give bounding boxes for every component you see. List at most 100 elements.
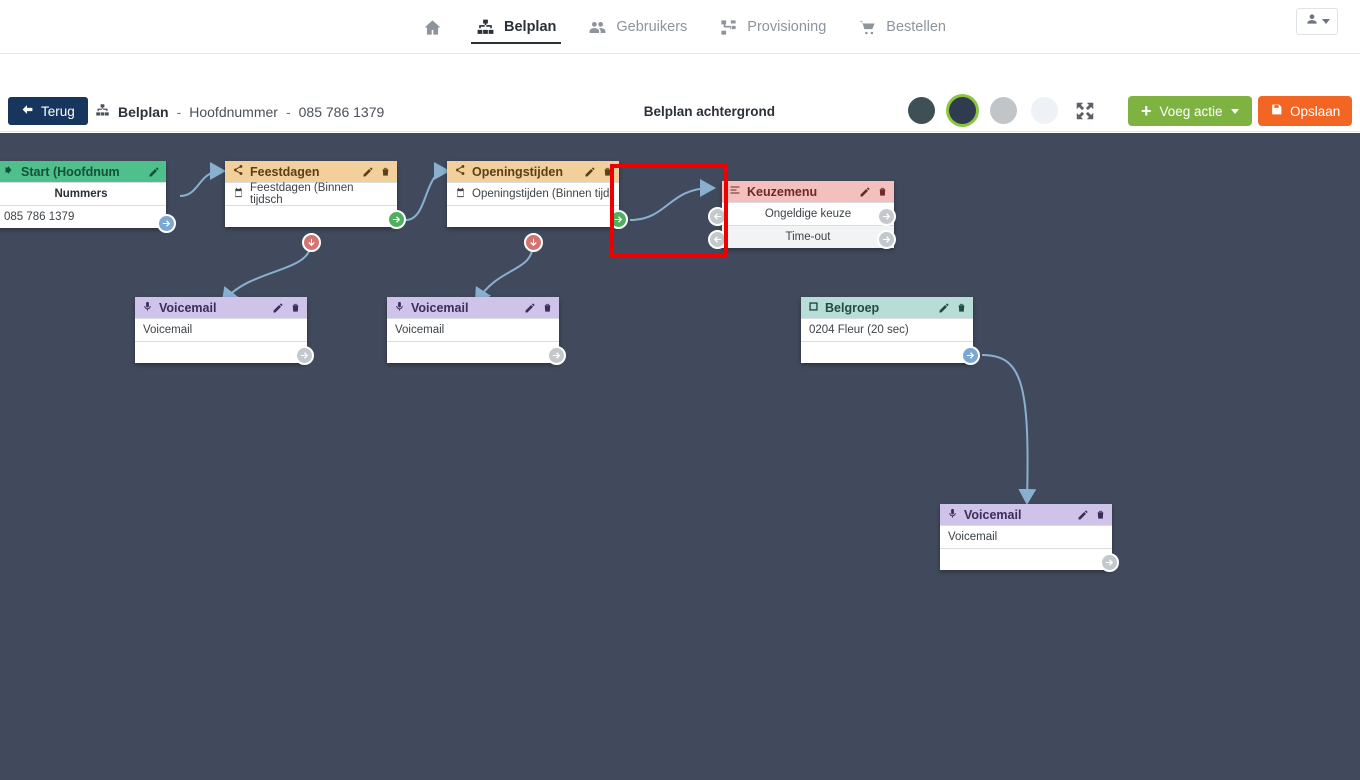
connector-out-right[interactable] (609, 210, 628, 229)
node-belgroep[interactable]: Belgroep 0204 Fleur (20 sec) (801, 297, 980, 365)
top-navigation: Belplan Gebruikers Provisioning Bestelle… (0, 0, 1360, 54)
edit-icon[interactable] (1077, 509, 1089, 521)
edit-icon[interactable] (584, 166, 596, 178)
fullscreen-icon[interactable] (1074, 100, 1096, 122)
connector-out[interactable] (157, 214, 176, 233)
connector-out-row-2[interactable] (877, 230, 896, 249)
node-voicemail-2[interactable]: Voicemail Voicemail (387, 297, 566, 365)
microphone-icon (947, 508, 958, 522)
trash-icon[interactable] (542, 302, 553, 313)
sign-in-icon (3, 164, 15, 179)
swatch-light[interactable] (1031, 97, 1058, 124)
connector-edges (179, 162, 1037, 505)
nav-item-home[interactable] (405, 0, 460, 54)
node-header: Voicemail (387, 297, 559, 318)
connector-out-right[interactable] (387, 210, 406, 229)
node-header: Feestdagen (225, 161, 397, 182)
edit-icon[interactable] (859, 186, 871, 198)
home-icon (423, 18, 442, 37)
breadcrumb-root[interactable]: Belplan (118, 104, 169, 120)
node-feestdagen[interactable]: Feestdagen Feestdagen (Binnen tijdsch (225, 161, 406, 252)
node-keuzemenu[interactable]: Keuzemenu Ongeldige keuze Time-out (708, 181, 896, 249)
nav-item-label: Gebruikers (616, 19, 688, 35)
microphone-icon (394, 301, 405, 315)
connector-out[interactable] (1100, 553, 1119, 572)
node-footer (387, 341, 559, 363)
node-footer (447, 205, 619, 227)
row-label: 085 786 1379 (4, 211, 75, 223)
trash-icon[interactable] (877, 186, 888, 197)
node-actions (148, 166, 160, 178)
node-header: Openingstijden (447, 161, 619, 182)
node-actions (584, 166, 613, 178)
row-label: Voicemail (143, 324, 193, 336)
add-action-button[interactable]: + Voeg actie (1128, 96, 1252, 126)
node-actions (362, 166, 391, 178)
breadcrumb: Belplan - Hoofdnummer - 085 786 1379 (95, 103, 384, 121)
background-label: Belplan achtergrond (643, 104, 775, 119)
connector-out[interactable] (547, 346, 566, 365)
node-row: 0204 Fleur (20 sec) (801, 318, 973, 341)
sitemap-icon (95, 103, 110, 121)
nav-item-bestellen[interactable]: Bestellen (842, 0, 962, 54)
node-start[interactable]: Start (Hoofdnum Nummers 085 786 1379 (0, 161, 176, 233)
belplan-canvas[interactable]: Start (Hoofdnum Nummers 085 786 1379 Fee… (0, 133, 1360, 780)
connector-out-down[interactable] (302, 233, 321, 252)
node-header: Start (Hoofdnum (0, 161, 166, 182)
trash-icon[interactable] (602, 166, 613, 177)
connector-out[interactable] (295, 346, 314, 365)
share-icon (232, 164, 244, 179)
node-row: Time-out (722, 225, 894, 248)
node-row: Ongeldige keuze (722, 202, 894, 225)
nav-item-provisioning[interactable]: Provisioning (703, 0, 842, 54)
swatch-gray[interactable] (990, 97, 1017, 124)
share-icon (454, 164, 466, 179)
breadcrumb-sep-2: - (285, 104, 291, 120)
edit-icon[interactable] (362, 166, 374, 178)
node-header: Keuzemenu (722, 181, 894, 202)
chevron-down-icon (1321, 19, 1330, 24)
node-actions (938, 302, 967, 314)
trash-icon[interactable] (956, 302, 967, 313)
edit-icon[interactable] (272, 302, 284, 314)
edit-icon[interactable] (148, 166, 160, 178)
connector-out-row-1[interactable] (877, 207, 896, 226)
connector-out-down[interactable] (524, 233, 543, 252)
node-header: Voicemail (940, 504, 1112, 525)
edit-icon[interactable] (938, 302, 950, 314)
breadcrumb-number: 085 786 1379 (298, 104, 385, 120)
swatch-dark-navy[interactable] (949, 97, 976, 124)
connector-out[interactable] (961, 346, 980, 365)
swatch-dark-teal[interactable] (908, 97, 935, 124)
node-row: 085 786 1379 (0, 205, 166, 228)
nav-items: Belplan Gebruikers Provisioning Bestelle… (405, 0, 962, 54)
node-title: Belgroep (825, 300, 880, 315)
chevron-down-icon (1230, 108, 1239, 114)
row-label: Voicemail (948, 531, 998, 543)
edit-icon[interactable] (524, 302, 536, 314)
node-header: Belgroep (801, 297, 973, 318)
user-icon (1305, 12, 1319, 31)
back-button[interactable]: Terug (8, 97, 88, 125)
nav-item-gebruikers[interactable]: Gebruikers (572, 0, 703, 54)
node-title: Openingstijden (472, 164, 563, 179)
node-voicemail-1[interactable]: Voicemail Voicemail (135, 297, 314, 365)
trash-icon[interactable] (1095, 509, 1106, 520)
menu-list-icon (729, 184, 741, 199)
save-button[interactable]: Opslaan (1258, 96, 1353, 126)
user-menu-button[interactable] (1296, 8, 1338, 35)
row-label: 0204 Fleur (20 sec) (809, 324, 909, 336)
trash-icon[interactable] (380, 166, 391, 177)
node-actions (1077, 509, 1106, 521)
node-row: Voicemail (135, 318, 307, 341)
connector-in-row-1[interactable] (708, 207, 727, 226)
row-label: Openingstijden (Binnen tijd (472, 188, 610, 200)
node-openingstijden[interactable]: Openingstijden Openingstijden (Binnen ti… (447, 161, 628, 252)
node-voicemail-3[interactable]: Voicemail Voicemail (940, 504, 1119, 572)
cart-icon (858, 18, 877, 37)
nav-item-label: Belplan (504, 19, 557, 35)
connector-in-row-2[interactable] (708, 230, 727, 249)
trash-icon[interactable] (290, 302, 301, 313)
save-button-label: Opslaan (1290, 103, 1341, 119)
nav-item-belplan[interactable]: Belplan (460, 0, 572, 54)
